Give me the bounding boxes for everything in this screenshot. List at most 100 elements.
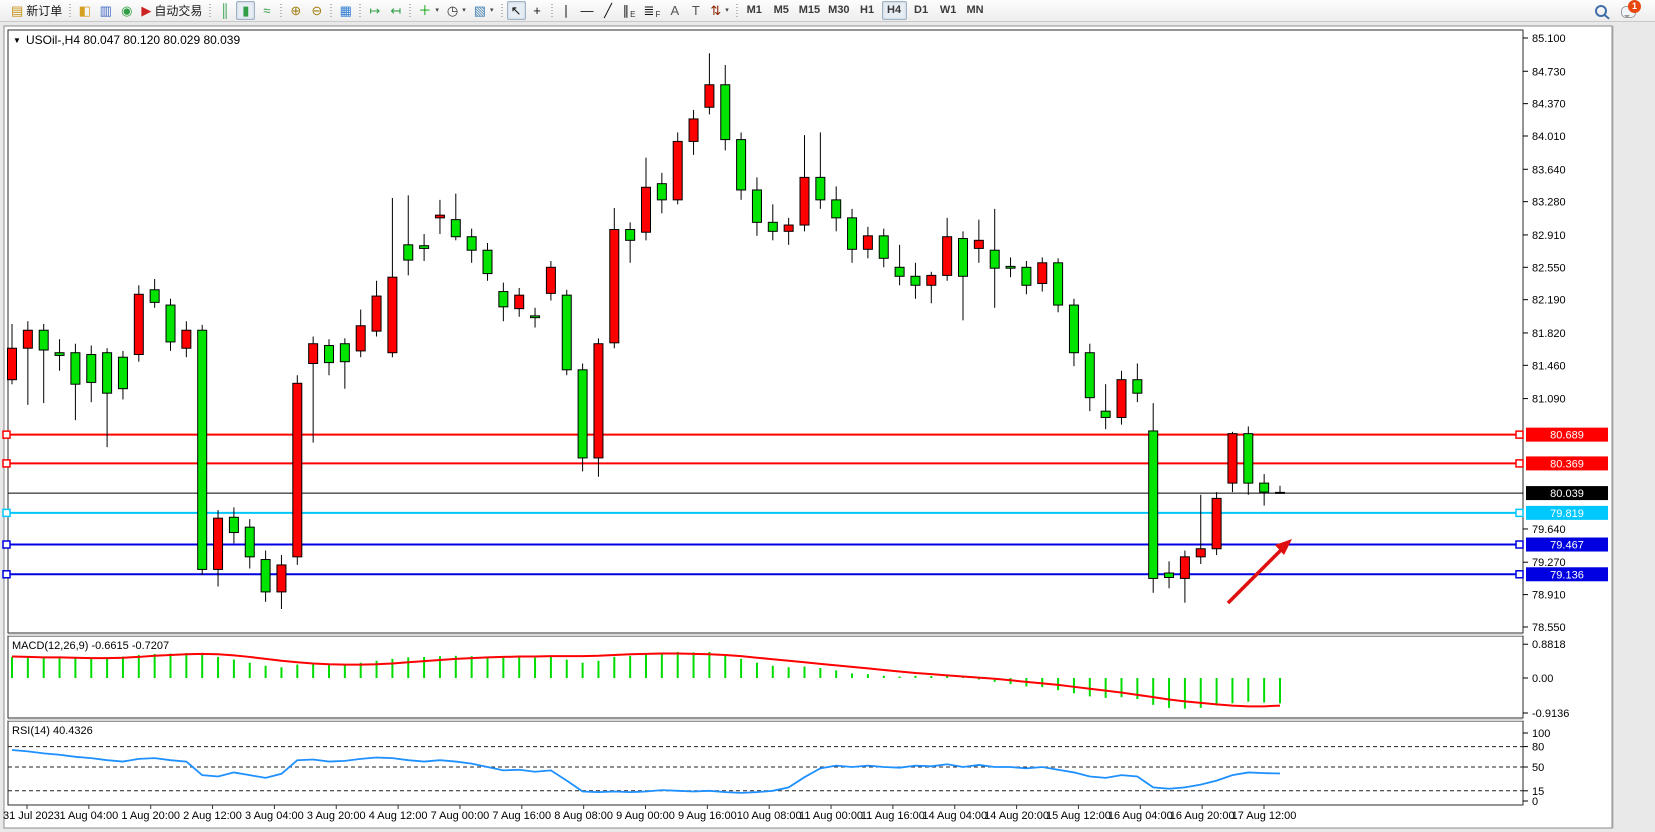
line-handle[interactable] [1516,431,1523,438]
strategy-tester-icon: ◉ [121,4,132,17]
toolbar-group-timeframes: M1M5 M15 M30H1H4D1 W1 MN [736,0,992,22]
candle [721,85,730,140]
chart-window[interactable]: 85.10084.73084.37084.01083.64083.28082.9… [0,22,1655,832]
candle [594,344,603,458]
candle [768,222,777,231]
candle [404,245,413,260]
timeframe-m1-button[interactable]: M1 [742,1,767,20]
vertical-line-button[interactable]: ∣ [557,1,576,20]
candle [451,220,460,237]
zoom-in-button[interactable]: ⊕ [286,1,305,20]
autotrading-button[interactable]: ▶自动交易 [138,1,205,20]
toolbar-group-draw: ∣ — ╱∥E≣FAT⇅▾ [551,0,736,22]
bar-chart-button[interactable]: ║ [215,1,234,20]
line-handle[interactable] [1516,571,1523,578]
timeframe-m15-button[interactable]: M15 [796,1,823,20]
channel-button[interactable]: ∥E [620,1,639,20]
horizontal-line-button[interactable]: — [578,1,597,20]
text-label-button[interactable]: T [686,1,705,20]
new-order-label: 新订单 [26,5,62,17]
timeframe-mn-label: MN [967,5,984,16]
cursor-button[interactable]: ↖ [507,1,526,20]
strategy-tester-button[interactable]: ◉ [117,1,136,20]
svg-text:11 Aug 00:00: 11 Aug 00:00 [799,810,863,822]
svg-text:79.819: 79.819 [1550,508,1584,520]
new-order-button[interactable]: ▤新订单 [8,1,65,20]
candle [705,85,714,107]
candle [1054,263,1063,305]
candle [467,237,476,250]
candle [150,290,159,303]
candle [420,246,429,249]
toolbar-group-chart-types: ║▮≈ [209,0,280,22]
timeframe-w1-button[interactable]: W1 [936,1,961,20]
candle [214,518,223,569]
fibonacci-button[interactable]: ≣F [641,1,664,20]
chevron-down-icon: ▾ [490,7,494,14]
svg-text:0.8818: 0.8818 [1532,639,1566,651]
add-indicator-button[interactable]: ＋▾ [415,1,442,20]
line-handle[interactable] [3,509,10,516]
candle [71,353,80,384]
timeframe-h1-button[interactable]: H1 [855,1,880,20]
crosshair-button[interactable]: + [528,1,547,20]
candle [863,236,872,249]
candle [198,330,207,569]
chart-shift-button[interactable]: ↤ [386,1,405,20]
candle [55,353,64,356]
timeframe-m15-label: M15 [799,5,820,16]
candle [1117,380,1126,418]
candle [895,267,904,276]
data-window-button[interactable]: ▥ [96,1,115,20]
market-watch-button[interactable]: ◧ [75,1,94,20]
svg-text:83.280: 83.280 [1532,197,1566,209]
trendline-button[interactable]: ╱ [599,1,618,20]
candle [673,141,682,199]
timeframe-m5-button[interactable]: M5 [769,1,794,20]
line-handle[interactable] [3,541,10,548]
svg-text:10 Aug 08:00: 10 Aug 08:00 [737,810,802,822]
line-handle[interactable] [3,460,10,467]
search-button[interactable] [1591,1,1610,20]
line-handle[interactable] [3,571,10,578]
candle [245,527,254,557]
chart-title: ▼USOil-,H4 80.047 80.120 80.029 80.039 [13,33,240,47]
line-handle[interactable] [3,431,10,438]
svg-text:100: 100 [1532,728,1550,740]
period-icon: ◷ [447,4,458,17]
notifications-button[interactable]: 1 [1618,1,1644,20]
zoom-out-button[interactable]: ⊖ [307,1,326,20]
line-handle[interactable] [1516,460,1523,467]
toolbar-groups: ▤新订单◧▥◉▶自动交易║▮≈⊕⊖▦↦↤＋▾◷▾▧▾↖+∣—╱∥E≣FAT⇅▾M… [2,0,1590,22]
candlestick-chart-button[interactable]: ▮ [236,1,255,20]
horizontal-line-icon: — [581,4,594,17]
channel-sub-label: E [630,11,635,19]
chart-window-frame [4,26,1612,828]
timeframe-m30-button[interactable]: M30 [825,1,852,20]
candle [642,187,651,232]
candle [657,184,666,200]
arrows-button[interactable]: ⇅▾ [707,1,731,20]
panel-splitter[interactable] [8,634,1523,636]
tile-windows-button[interactable]: ▦ [336,1,355,20]
svg-text:78.910: 78.910 [1532,590,1566,602]
template-button[interactable]: ▧▾ [471,1,497,20]
candle [1165,573,1174,577]
line-handle[interactable] [1516,509,1523,516]
svg-text:79.136: 79.136 [1550,569,1584,581]
timeframe-h4-button[interactable]: H4 [882,1,907,20]
panel-splitter[interactable] [8,719,1523,721]
period-button[interactable]: ◷▾ [444,1,469,20]
auto-scroll-button[interactable]: ↦ [365,1,384,20]
line-handle[interactable] [1516,541,1523,548]
candle [546,267,555,293]
timeframe-mn-button[interactable]: MN [963,1,988,20]
candle [832,200,841,218]
timeframe-w1-label: W1 [940,5,957,16]
timeframe-d1-button[interactable]: D1 [909,1,934,20]
text-button[interactable]: A [665,1,684,20]
line-chart-button[interactable]: ≈ [257,1,276,20]
svg-text:2 Aug 12:00: 2 Aug 12:00 [183,810,242,822]
candle [1133,380,1142,393]
candle [23,330,32,348]
